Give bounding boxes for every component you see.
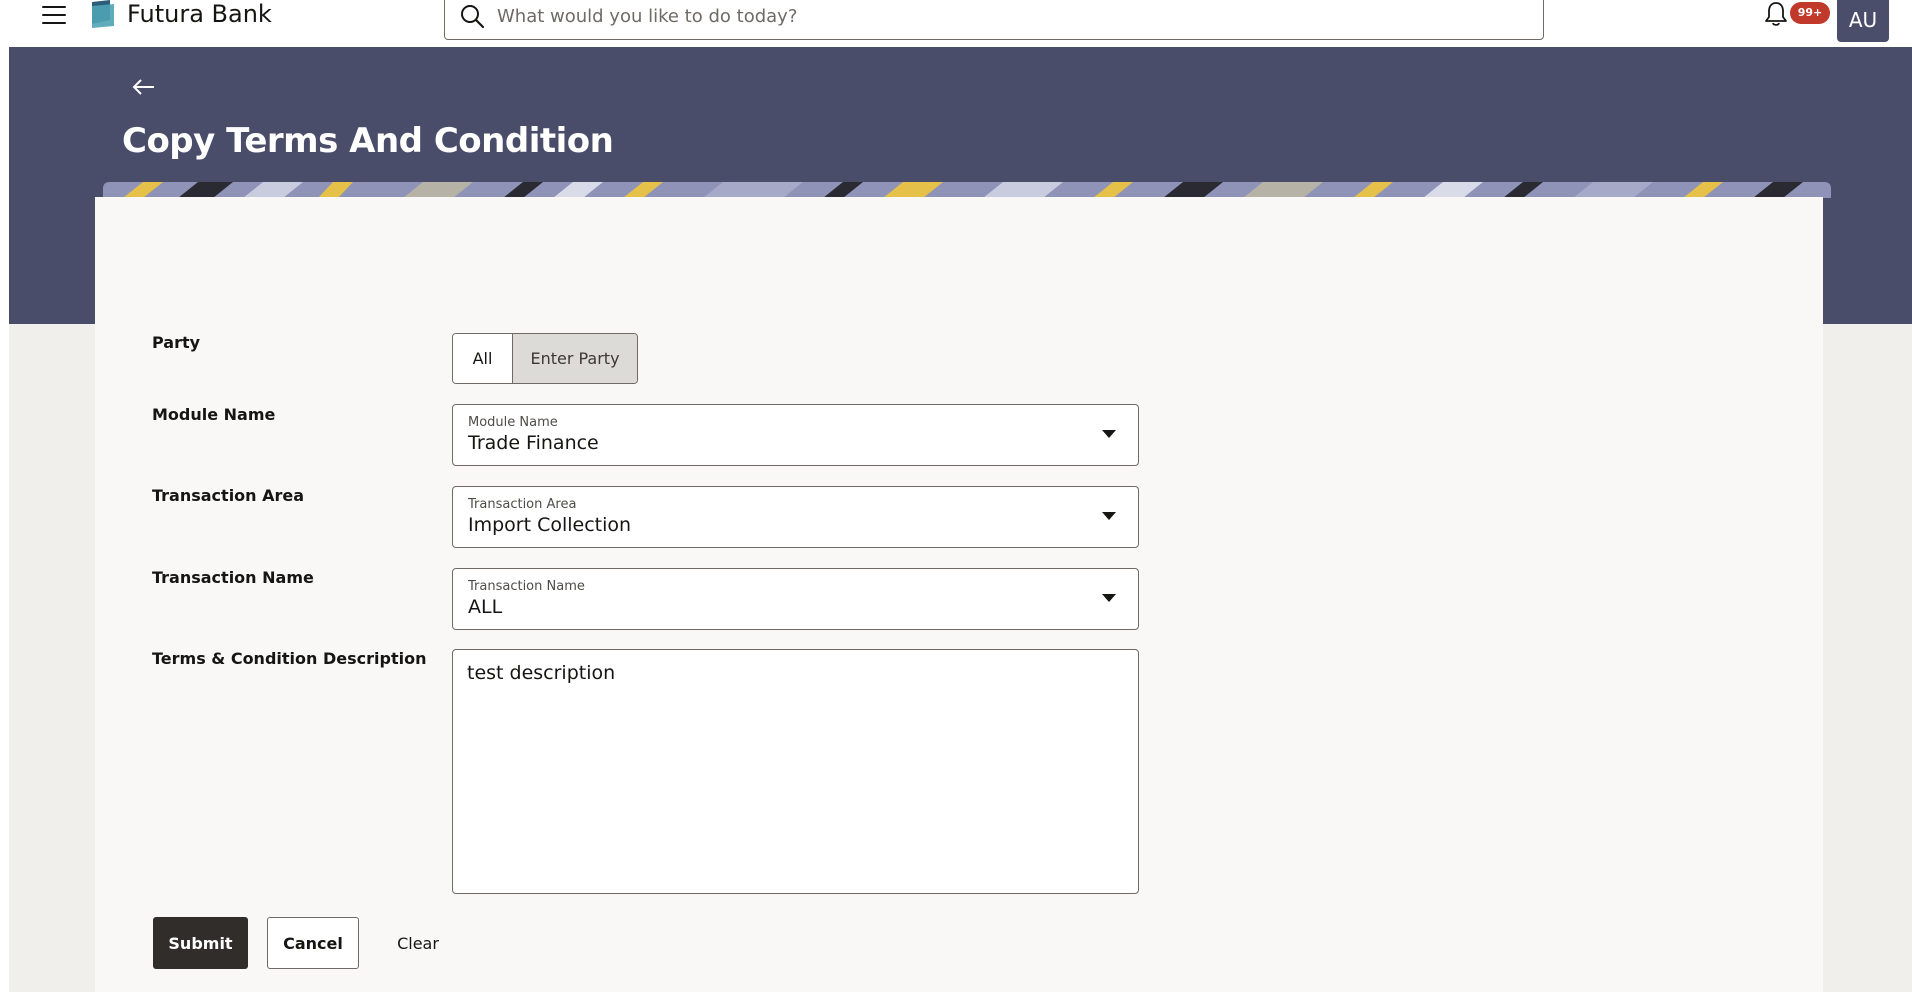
brand-name: Futura Bank	[127, 0, 272, 28]
decorative-pattern-strip	[103, 182, 1831, 198]
transaction-area-label: Transaction Area	[152, 486, 305, 505]
cancel-button[interactable]: Cancel	[267, 917, 359, 969]
description-textarea[interactable]: test description	[467, 662, 1117, 882]
chevron-down-icon	[1102, 512, 1116, 520]
transaction-name-select[interactable]: Transaction Name ALL	[452, 568, 1139, 630]
transaction-name-value: ALL	[468, 596, 503, 618]
module-name-value: Trade Finance	[468, 432, 599, 454]
search-icon	[461, 5, 485, 29]
description-label: Terms & Condition Description	[152, 649, 427, 668]
hamburger-menu-icon[interactable]	[40, 2, 70, 28]
bank-logo-icon	[92, 0, 114, 28]
party-toggle-group[interactable]: All Enter Party	[452, 333, 638, 384]
notification-bell-icon[interactable]	[1763, 0, 1789, 28]
global-search[interactable]	[444, 0, 1544, 40]
chevron-down-icon	[1102, 594, 1116, 602]
user-avatar[interactable]: AU	[1837, 0, 1889, 42]
party-option-enter-party[interactable]: Enter Party	[513, 334, 637, 383]
back-arrow-icon[interactable]	[130, 75, 158, 99]
page-title: Copy Terms And Condition	[122, 121, 614, 161]
chevron-down-icon	[1102, 430, 1116, 438]
module-name-label: Module Name	[152, 405, 276, 424]
search-input[interactable]	[497, 1, 1517, 31]
party-label: Party	[152, 333, 201, 352]
transaction-area-value: Import Collection	[468, 514, 632, 536]
clear-button[interactable]: Clear	[388, 917, 448, 969]
transaction-area-field-label: Transaction Area	[468, 497, 577, 512]
module-name-select[interactable]: Module Name Trade Finance	[452, 404, 1139, 466]
transaction-name-field-label: Transaction Name	[468, 579, 585, 594]
party-option-all[interactable]: All	[453, 334, 513, 383]
module-name-field-label: Module Name	[468, 415, 558, 430]
notification-count-badge: 99+	[1790, 2, 1830, 24]
submit-button[interactable]: Submit	[153, 917, 248, 969]
description-field[interactable]: test description	[452, 649, 1139, 894]
transaction-name-label: Transaction Name	[152, 568, 314, 587]
transaction-area-select[interactable]: Transaction Area Import Collection	[452, 486, 1139, 548]
top-bar: Futura Bank 99+ AU	[0, 0, 1912, 47]
